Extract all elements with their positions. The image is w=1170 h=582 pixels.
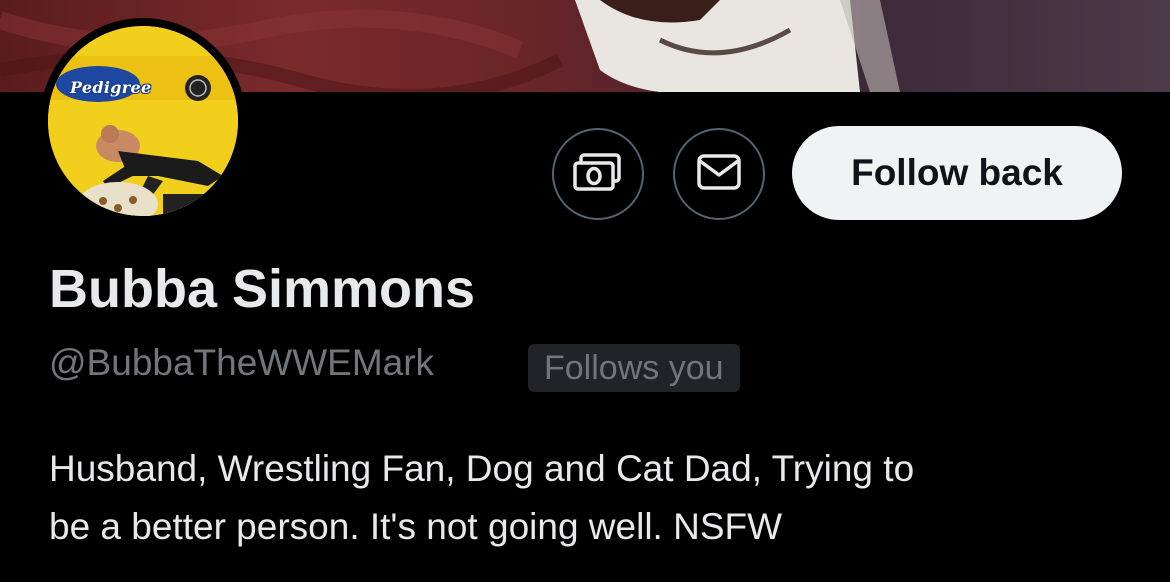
avatar-brand-text: Pedigree — [70, 78, 152, 97]
bio-line-2: be a better person. It's not going well.… — [49, 506, 783, 547]
display-name: Bubba Simmons — [49, 259, 476, 319]
user-handle: @BubbaTheWWEMark — [49, 342, 435, 383]
follow-back-button[interactable]: Follow back — [792, 126, 1122, 220]
money-icon — [571, 151, 625, 198]
follows-you-badge: Follows you — [528, 344, 740, 392]
profile-bio: Husband, Wrestling Fan, Dog and Cat Dad,… — [49, 440, 1139, 556]
avatar[interactable]: Pedigree — [40, 18, 246, 224]
message-button[interactable] — [673, 128, 765, 220]
avatar-image: Pedigree — [48, 26, 238, 216]
bio-line-1: Husband, Wrestling Fan, Dog and Cat Dad,… — [49, 448, 915, 489]
profile-page: Pedigree Follow back Bubba Simmons @Bubb… — [0, 0, 1170, 582]
tip-button[interactable] — [552, 128, 644, 220]
envelope-icon — [696, 153, 742, 196]
